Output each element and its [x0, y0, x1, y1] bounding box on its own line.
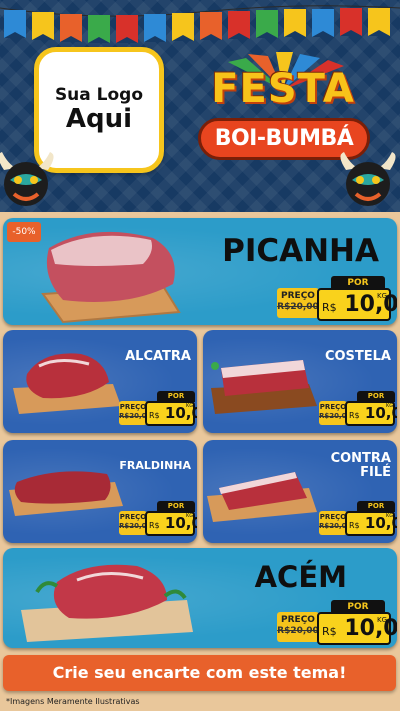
old-price: R$20,00 [319, 522, 352, 530]
currency-symbol: R$ [149, 411, 160, 420]
price-tag: POR PREÇO R$20,00 R$ 10,00 KG [277, 600, 397, 646]
unit-label: KG [186, 513, 194, 519]
product-card-alcatra[interactable]: ALCATRA POR PREÇO R$20,00 R$ 10,00 KG [3, 330, 197, 433]
bunting-flags-decoration [0, 5, 400, 43]
old-price: R$20,00 [277, 302, 319, 312]
title-festa: FESTA [211, 66, 355, 112]
product-name: ACÉM [254, 560, 347, 594]
price-tag: POR PREÇO R$20,00 R$ 10,00 KG [319, 391, 397, 427]
product-name-line2: FILÉ [360, 465, 391, 481]
unit-label: KG [377, 616, 388, 624]
old-price-box: PREÇO R$20,00 [319, 511, 352, 535]
price-tag: POR PREÇO R$20,00 R$ 10,00 KG [277, 276, 397, 322]
currency-symbol: R$ [149, 521, 160, 530]
product-name: CONTRA FILÉ [303, 451, 391, 481]
preco-label: PREÇO [281, 615, 315, 625]
old-price-box: PREÇO R$20,00 [319, 401, 352, 425]
preco-label: PREÇO [319, 403, 347, 411]
currency-symbol: R$ [349, 521, 360, 530]
product-card-costela[interactable]: COSTELA POR PREÇO R$20,00 R$ 10,00 KG [203, 330, 397, 433]
currency-symbol: R$ [349, 411, 360, 420]
preco-label: PREÇO [319, 513, 347, 521]
old-price: R$20,00 [277, 626, 319, 636]
ox-head-illustration [0, 152, 54, 206]
acem-meat-image [21, 564, 193, 642]
unit-label: KG [186, 403, 194, 409]
new-price: 10,00 [344, 616, 397, 641]
picanha-meat-image [41, 231, 181, 324]
new-price: 10,00 [344, 292, 397, 317]
price-tag: POR PREÇO R$20,00 R$ 10,00 KG [119, 501, 197, 537]
product-card-acem[interactable]: ACÉM POR PREÇO R$20,00 R$ 10,00 KG [3, 548, 397, 648]
cta-banner-button[interactable]: Crie seu encarte com este tema! [3, 655, 396, 691]
old-price-box: PREÇO R$20,00 [277, 288, 319, 318]
product-name: ALCATRA [125, 349, 191, 364]
logo-text-line1: Sua Logo [54, 84, 144, 105]
old-price-box: PREÇO R$20,00 [119, 401, 152, 425]
product-name: PICANHA [222, 233, 379, 269]
unit-label: KG [386, 513, 394, 519]
preco-label: PREÇO [281, 291, 315, 301]
product-name: FRALDINHA [119, 459, 191, 472]
price-tag: POR PREÇO R$20,00 R$ 10,00 KG [119, 391, 197, 427]
product-card-contra-file[interactable]: CONTRA FILÉ POR PREÇO R$20,00 R$ 10,00 K… [203, 440, 397, 543]
old-price: R$20,00 [119, 522, 152, 530]
preco-label: PREÇO [119, 513, 147, 521]
product-card-fraldinha[interactable]: FRALDINHA POR PREÇO R$20,00 R$ 10,00 KG [3, 440, 197, 543]
currency-symbol: R$ [322, 301, 337, 314]
product-card-picanha[interactable]: -50% PICANHA POR PREÇO R$20,00 R$ 10,00 … [3, 218, 397, 325]
old-price-box: PREÇO R$20,00 [119, 511, 152, 535]
logo-text-line2: Aqui [65, 104, 133, 135]
product-name: COSTELA [324, 349, 391, 364]
unit-label: KG [377, 292, 388, 300]
price-tag: POR PREÇO R$20,00 R$ 10,00 KG [319, 501, 397, 537]
old-price: R$20,00 [119, 412, 152, 420]
ox-head-illustration [340, 152, 396, 206]
disclaimer-footnote: *Imagens Meramente Ilustrativas [6, 697, 140, 706]
currency-symbol: R$ [322, 625, 337, 638]
preco-label: PREÇO [119, 403, 147, 411]
header-banner: Sua Logo Aqui FESTA BOI-BUMBÁ [0, 0, 400, 212]
old-price: R$20,00 [319, 412, 352, 420]
old-price-box: PREÇO R$20,00 [277, 612, 319, 642]
unit-label: KG [386, 403, 394, 409]
